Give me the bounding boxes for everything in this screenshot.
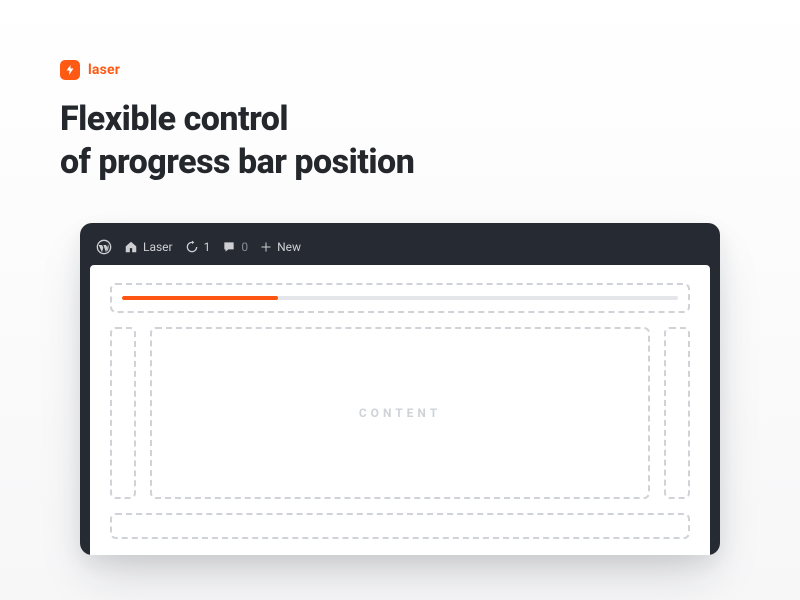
position-slot-top[interactable] — [110, 283, 690, 313]
layout-middle-row: CONTENT — [110, 327, 690, 499]
headline-line-2: of progress bar position — [60, 142, 414, 182]
preview-window: Laser 1 0 New — [80, 223, 720, 555]
wp-logo[interactable] — [96, 239, 112, 255]
updates-count: 1 — [204, 240, 211, 254]
new-label: New — [277, 240, 301, 254]
position-slot-right[interactable] — [664, 327, 690, 499]
updates-link[interactable]: 1 — [185, 240, 211, 254]
wp-admin-bar: Laser 1 0 New — [90, 233, 710, 265]
layout-preview: CONTENT — [90, 265, 710, 555]
headline-line-1: Flexible control — [60, 99, 288, 139]
comments-link[interactable]: 0 — [222, 240, 248, 254]
brand-row: laser — [60, 60, 740, 80]
progress-fill — [122, 296, 278, 300]
bolt-icon — [60, 60, 80, 80]
content-placeholder-label: CONTENT — [359, 406, 441, 420]
position-slot-left[interactable] — [110, 327, 136, 499]
home-icon — [124, 240, 138, 254]
new-link[interactable]: New — [260, 240, 301, 254]
plus-icon — [260, 241, 272, 253]
comment-icon — [222, 240, 236, 254]
position-slot-bottom[interactable] — [110, 513, 690, 539]
content-area: CONTENT — [150, 327, 650, 499]
site-name: Laser — [143, 240, 173, 254]
page-title: Flexible control of progress bar positio… — [60, 98, 740, 183]
comments-count: 0 — [241, 240, 248, 254]
refresh-icon — [185, 240, 199, 254]
brand-name: laser — [88, 62, 120, 78]
site-link[interactable]: Laser — [124, 240, 173, 254]
progress-track — [122, 296, 678, 300]
